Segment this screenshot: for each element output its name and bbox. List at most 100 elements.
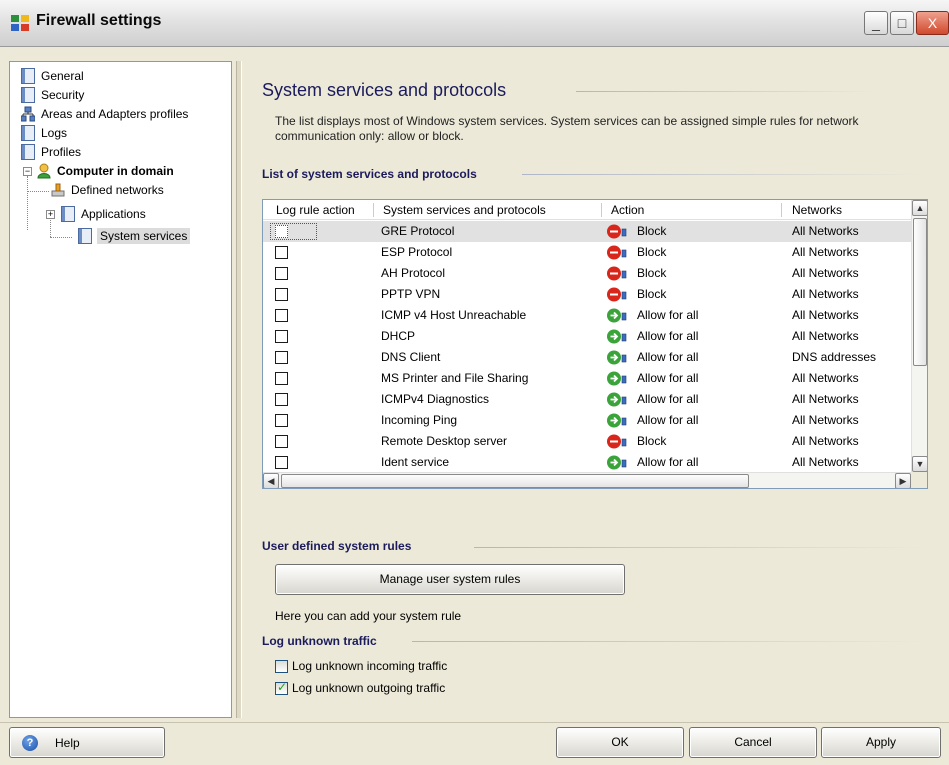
scroll-right-button[interactable]: ▶ [895,473,911,488]
networks-cell: All Networks [792,392,859,406]
column-header-networks[interactable]: Networks [792,203,842,217]
service-name: ICMPv4 Diagnostics [381,392,490,406]
divider [474,547,924,548]
service-name: Ident service [381,455,450,469]
log-rule-checkbox[interactable] [275,456,288,469]
block-icon [607,224,627,239]
log-rule-checkbox[interactable] [275,414,288,427]
networks-cell: All Networks [792,224,859,238]
log-rule-checkbox[interactable] [275,393,288,406]
networks-cell: All Networks [792,434,859,448]
action-label: Allow for all [637,455,699,469]
cancel-button[interactable]: Cancel [689,727,817,758]
table-row[interactable]: Ident service Allow for all All Networks [263,452,911,473]
tree-line [50,220,51,237]
services-table: Log rule action System services and prot… [262,199,928,489]
action-label: Block [637,245,667,259]
help-button[interactable]: ? Help [9,727,165,758]
networks-cell: DNS addresses [792,350,877,364]
log-rule-checkbox[interactable] [275,435,288,448]
service-name: AH Protocol [381,266,446,280]
table-row[interactable]: ICMPv4 Diagnostics Allow for all All Netwo… [263,389,911,410]
manage-rules-button[interactable]: Manage user system rules [275,564,625,595]
service-name: GRE Protocol [381,224,455,238]
horizontal-scrollbar[interactable]: ◀ ▶ [263,472,911,488]
tree-line [27,191,49,192]
block-icon [607,266,627,281]
book-icon [21,144,35,160]
vertical-scroll-thumb[interactable] [913,218,927,366]
table-row[interactable]: Incoming Ping Allow for all All Networks [263,410,911,431]
table-row[interactable]: MS Printer and File Sharing Allow for all… [263,368,911,389]
log-rule-checkbox[interactable] [275,330,288,343]
column-header-service[interactable]: System services and protocols [383,203,546,217]
block-icon [607,245,627,260]
table-row[interactable]: Remote Desktop server Block All Networks [263,431,911,452]
service-name: Remote Desktop server [381,434,508,448]
allow-icon [607,371,627,386]
column-separator[interactable] [601,203,602,217]
ok-button[interactable]: OK [556,727,684,758]
column-header-action[interactable]: Action [611,203,644,217]
book-icon [78,228,92,244]
block-icon [607,287,627,302]
footer-divider [0,722,949,723]
table-row[interactable]: AH Protocol Block All Networks [263,263,911,284]
checkbox[interactable] [275,680,288,695]
networks-cell: All Networks [792,308,859,322]
table-row[interactable]: ESP Protocol Block All Networks [263,242,911,263]
manage-rules-note: Here you can add your system rule [275,609,462,623]
main-panel: System services and protocols The list d… [246,61,939,718]
action-label: Block [637,287,667,301]
service-name: PPTP VPN [381,287,441,301]
apply-button[interactable]: Apply [821,727,941,758]
divider [412,641,924,642]
service-name: DHCP [381,329,416,343]
table-row[interactable]: DHCP Allow for all All Networks [263,326,911,347]
log-rule-checkbox[interactable] [275,309,288,322]
log-rule-checkbox[interactable] [275,372,288,385]
log-rule-checkbox[interactable] [275,351,288,364]
action-label: Allow for all [637,329,699,343]
section-title-user-rules: User defined system rules [262,539,412,553]
horizontal-scroll-thumb[interactable] [281,474,749,488]
section-title-log-traffic: Log unknown traffic [262,634,377,648]
log-rule-checkbox[interactable] [275,246,288,259]
allow-icon [607,413,627,428]
scroll-down-button[interactable]: ▼ [912,456,927,472]
table-row[interactable]: GRE Protocol Block All Networks [263,221,911,242]
networks-cell: All Networks [792,413,859,427]
column-header-log[interactable]: Log rule action [276,203,355,217]
close-button[interactable]: X [916,11,949,35]
user-icon [37,163,51,179]
table-row[interactable]: DNS Client Allow for all DNS addresses [263,347,911,368]
log-rule-checkbox[interactable] [275,288,288,301]
checkbox[interactable] [275,660,288,673]
minimize-button[interactable]: _ [864,11,888,35]
allow-icon [607,350,627,365]
table-row[interactable]: PPTP VPN Block All Networks [263,284,911,305]
expand-toggle[interactable]: + [46,210,55,219]
table-row[interactable]: ICMP v4 Host Unreachable Allow for all All… [263,305,911,326]
collapse-toggle[interactable]: − [23,167,32,176]
block-icon [607,434,627,449]
column-separator[interactable] [373,203,374,217]
column-separator[interactable] [781,203,782,217]
vertical-scrollbar[interactable]: ▲ ▼ [911,200,927,472]
panel-splitter[interactable] [236,61,242,718]
action-label: Block [637,434,667,448]
log-rule-checkbox[interactable] [275,267,288,280]
book-icon [21,125,35,141]
maximize-button[interactable]: □ [890,11,914,35]
action-label: Allow for all [637,308,699,322]
network-icon [21,106,35,122]
window-title: Firewall settings [36,12,162,29]
table-body: GRE Protocol Block All Networks ESP Protoco… [263,221,911,488]
settings-tree: General Security Areas and Adapters prof… [9,61,232,718]
scroll-up-button[interactable]: ▲ [912,200,927,216]
action-label: Allow for all [637,413,699,427]
scroll-left-button[interactable]: ◀ [263,473,279,488]
allow-icon [607,329,627,344]
help-icon: ? [22,735,38,751]
book-icon [21,87,35,103]
